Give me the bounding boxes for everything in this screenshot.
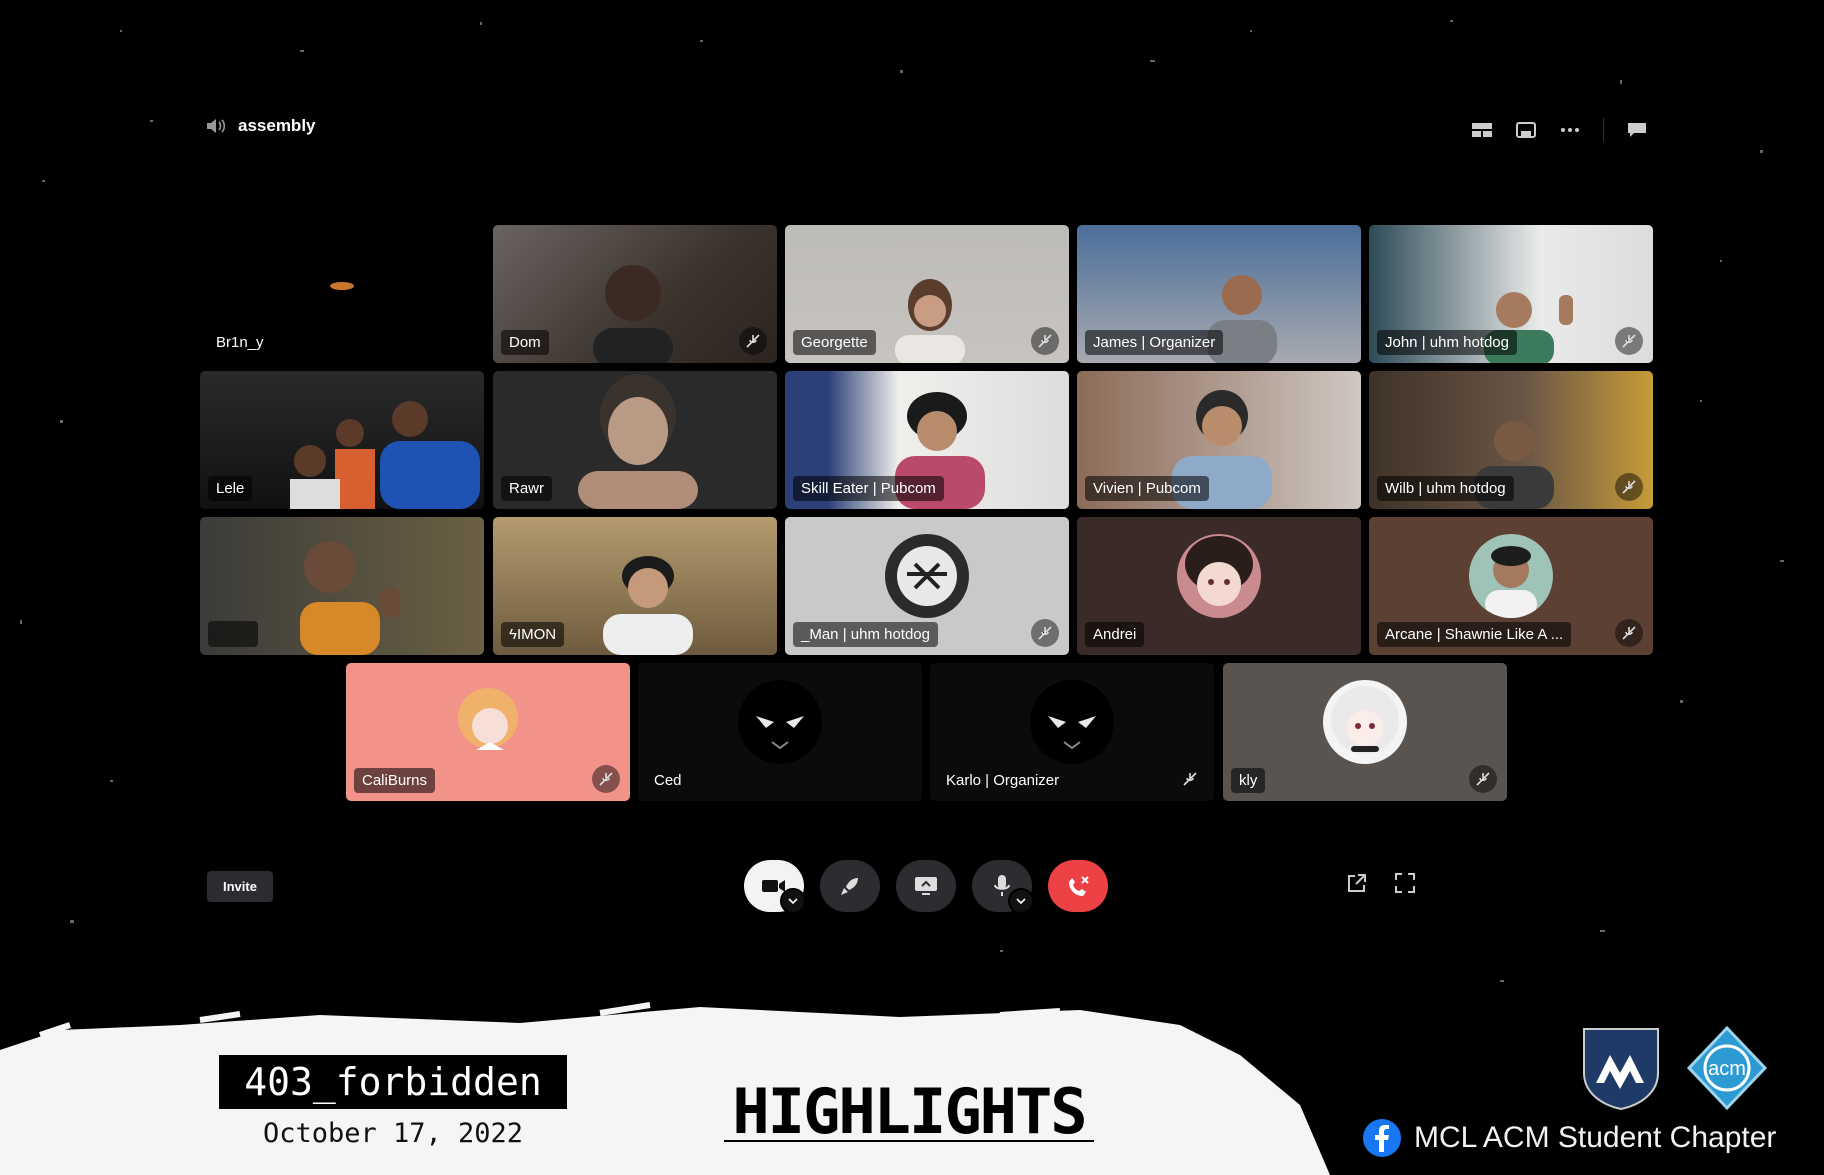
- avatar: [1177, 534, 1261, 618]
- disconnect-button[interactable]: [1048, 860, 1108, 912]
- participant-name: ϟIMON: [501, 622, 565, 647]
- avatar: [1030, 680, 1114, 764]
- muted-mic-icon: [739, 327, 767, 355]
- muted-mic-icon: [1176, 765, 1204, 793]
- view-controls: [1346, 872, 1416, 894]
- avatar: [446, 680, 530, 764]
- muted-mic-icon: [1615, 619, 1643, 647]
- participant-name: Br1n_y: [216, 334, 264, 351]
- video-feed: [895, 279, 965, 363]
- participant-name: Vivien | Pubcom: [1085, 476, 1209, 501]
- participant-name: Andrei: [1085, 622, 1145, 647]
- org-footer: MCL ACM Student Chapter: [1362, 1118, 1776, 1158]
- participant-tile[interactable]: kly: [1223, 663, 1507, 801]
- org-logos: acm: [1580, 1025, 1768, 1111]
- participant-grid: Br1n_y Dom Georgette James | Organizer J…: [0, 0, 1824, 820]
- participant-name: Arcane | Shawnie Like A ...: [1377, 622, 1572, 647]
- participant-name: Dom: [501, 330, 549, 355]
- call-controls: [744, 860, 1108, 914]
- participant-tile[interactable]: Georgette: [785, 225, 1069, 363]
- microphone-button[interactable]: [972, 860, 1034, 914]
- highlights-underline: [724, 1140, 1094, 1142]
- participant-tile[interactable]: ϟIMON: [493, 517, 777, 655]
- participant-tile[interactable]: Wilb | uhm hotdog: [1369, 371, 1653, 509]
- muted-mic-icon: [1031, 619, 1059, 647]
- muted-mic-icon: [1031, 327, 1059, 355]
- participant-tile[interactable]: Arcane | Shawnie Like A ...: [1369, 517, 1653, 655]
- participant-name: Georgette: [793, 330, 876, 355]
- participant-tile[interactable]: Rawr: [493, 371, 777, 509]
- participant-tile[interactable]: Lele: [200, 371, 484, 509]
- popout-window-icon[interactable]: [1346, 872, 1368, 894]
- invite-button[interactable]: Invite: [207, 871, 273, 902]
- acm-logo: acm: [1686, 1025, 1768, 1111]
- rocket-icon: [841, 878, 858, 895]
- participant-name: James | Organizer: [1085, 330, 1224, 355]
- avatar: [885, 534, 969, 618]
- participant-tile[interactable]: Vivien | Pubcom: [1077, 371, 1361, 509]
- screen-share-icon: [915, 877, 937, 895]
- participant-name: John | uhm hotdog: [1377, 330, 1517, 355]
- status-icon: [330, 282, 354, 290]
- fullscreen-icon[interactable]: [1394, 872, 1416, 894]
- participant-tile[interactable]: CaliBurns: [346, 663, 630, 801]
- org-name: MCL ACM Student Chapter: [1414, 1121, 1777, 1154]
- chevron-down-icon: [788, 898, 798, 904]
- video-feed: [290, 401, 480, 509]
- participant-tile[interactable]: Skill Eater | Pubcom: [785, 371, 1069, 509]
- screen-share-button[interactable]: [896, 860, 956, 912]
- participant-name: Ced: [654, 772, 682, 789]
- hang-up-icon: [1069, 876, 1089, 896]
- participant-name: Skill Eater | Pubcom: [793, 476, 944, 501]
- camera-button[interactable]: [744, 860, 806, 914]
- chevron-down-icon: [1016, 898, 1026, 904]
- video-feed: [603, 556, 693, 655]
- muted-mic-icon: [1615, 473, 1643, 501]
- microphone-options-button[interactable]: [1008, 888, 1034, 914]
- camera-options-button[interactable]: [780, 888, 806, 914]
- highlights-title: HIGHLIGHTS: [732, 1075, 1087, 1148]
- event-date: October 17, 2022: [262, 1118, 524, 1149]
- event-name: 403_forbidden: [219, 1055, 567, 1109]
- participant-tile[interactable]: Andrei: [1077, 517, 1361, 655]
- participant-name: CaliBurns: [354, 768, 436, 793]
- activities-button[interactable]: [820, 860, 880, 912]
- video-feed: [593, 265, 673, 363]
- participant-tile[interactable]: Br1n_y: [200, 225, 484, 363]
- participant-name: Wilb | uhm hotdog: [1377, 476, 1514, 501]
- muted-mic-icon: [1615, 327, 1643, 355]
- avatar: [1469, 534, 1553, 618]
- participant-name: Lele: [208, 476, 253, 501]
- participant-name: [208, 621, 258, 647]
- avatar: [1323, 680, 1407, 764]
- participant-tile[interactable]: John | uhm hotdog: [1369, 225, 1653, 363]
- video-feed: [578, 374, 698, 509]
- participant-tile[interactable]: Ced: [638, 663, 922, 801]
- participant-name: Karlo | Organizer: [946, 772, 1060, 789]
- muted-mic-icon: [592, 765, 620, 793]
- avatar: [738, 680, 822, 764]
- participant-name: kly: [1231, 768, 1266, 793]
- muted-mic-icon: [1469, 765, 1497, 793]
- participant-tile[interactable]: [200, 517, 484, 655]
- facebook-icon: [1363, 1119, 1401, 1157]
- participant-name: Rawr: [501, 476, 553, 501]
- participant-tile[interactable]: _Man | uhm hotdog: [785, 517, 1069, 655]
- participant-tile[interactable]: James | Organizer: [1077, 225, 1361, 363]
- participant-tile[interactable]: Dom: [493, 225, 777, 363]
- participant-tile[interactable]: Karlo | Organizer: [930, 663, 1214, 801]
- acm-logo-text: acm: [1708, 1058, 1746, 1080]
- video-feed: [300, 541, 400, 655]
- participant-name: _Man | uhm hotdog: [793, 622, 938, 647]
- mcl-shield-logo: [1583, 1028, 1659, 1111]
